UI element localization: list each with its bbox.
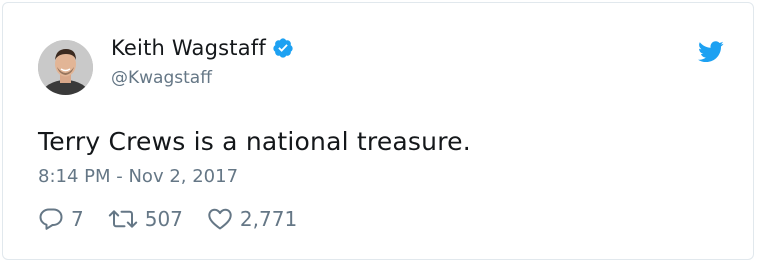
tweet-text: Terry Crews is a national treasure. bbox=[38, 127, 471, 156]
author-name-row: Keith Wagstaff bbox=[111, 36, 294, 60]
avatar[interactable] bbox=[38, 40, 93, 95]
avatar-image bbox=[38, 40, 93, 95]
author-handle[interactable]: @Kwagstaff bbox=[111, 68, 212, 88]
tweet-card: Keith Wagstaff @Kwagstaff Terry Crews is… bbox=[2, 2, 754, 260]
twitter-bird-icon[interactable] bbox=[698, 41, 724, 63]
like-button[interactable]: 2,771 bbox=[207, 207, 297, 231]
reply-count: 7 bbox=[71, 207, 84, 231]
like-count: 2,771 bbox=[239, 207, 298, 231]
verified-badge-icon bbox=[273, 38, 293, 58]
author-display-name[interactable]: Keith Wagstaff bbox=[111, 36, 266, 60]
retweet-count: 507 bbox=[144, 207, 183, 231]
reply-button[interactable]: 7 bbox=[38, 207, 84, 231]
tweet-actions: 7 507 2,771 bbox=[38, 207, 321, 231]
speech-bubble-icon bbox=[39, 208, 63, 230]
tweet-timestamp[interactable]: 8:14 PM - Nov 2, 2017 bbox=[38, 166, 238, 187]
retweet-button[interactable]: 507 bbox=[108, 207, 183, 231]
retweet-arrows-icon bbox=[108, 210, 137, 228]
heart-icon bbox=[208, 208, 232, 230]
